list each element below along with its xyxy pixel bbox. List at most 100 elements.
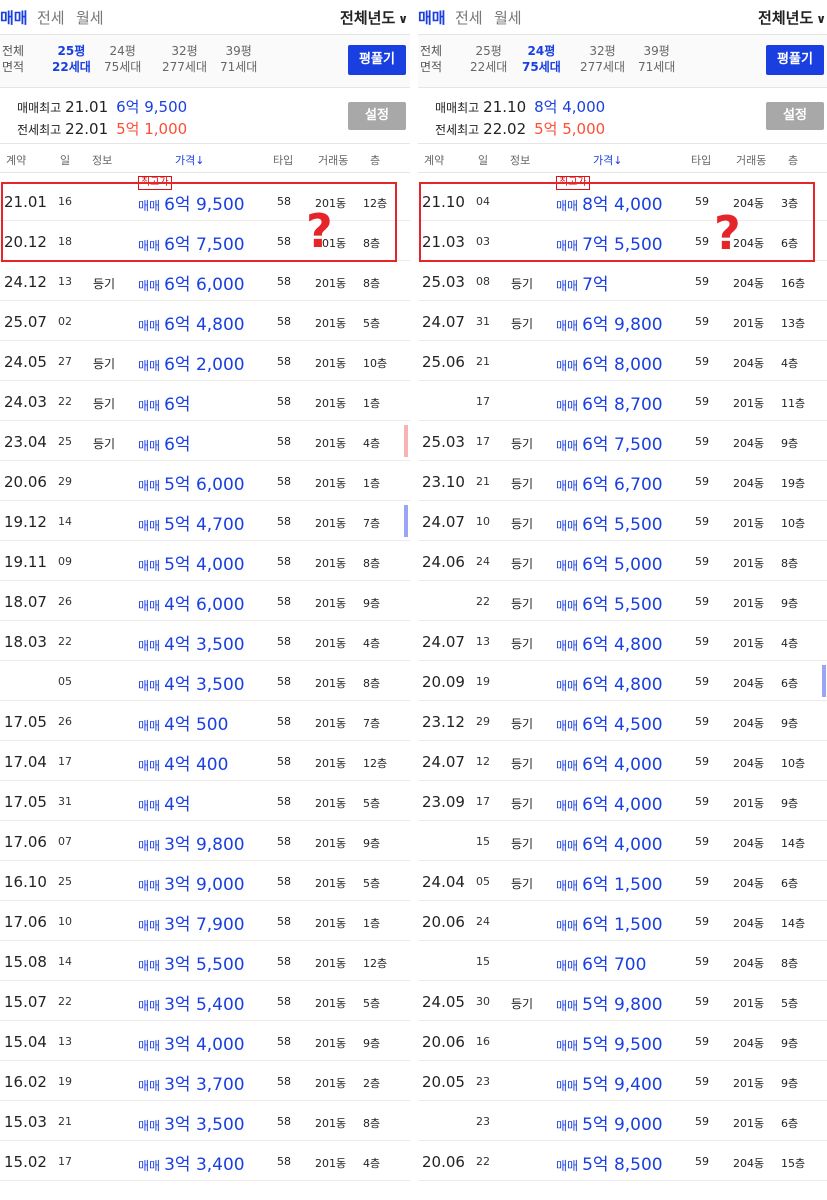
area-option[interactable]: 39평 71세대 bbox=[220, 43, 257, 75]
table-row[interactable]: 24.03 22 등기 매매 6억 58 201동 1층 bbox=[0, 381, 410, 421]
tab-deal-type[interactable]: 월세 bbox=[76, 7, 104, 28]
tab-deal-type[interactable]: 매매 bbox=[418, 7, 446, 28]
table-row[interactable]: 17.05 31 매매 4억 58 201동 5층 bbox=[0, 781, 410, 821]
table-row[interactable]: 25.03 17 등기 매매 6억 7,500 59 204동 9층 bbox=[418, 421, 827, 461]
table-row[interactable]: 20.06 29 매매 5억 6,000 58 201동 1층 bbox=[0, 461, 410, 501]
area-all-option[interactable]: 전체 면적 bbox=[2, 43, 24, 75]
tab-deal-type[interactable]: 매매 bbox=[0, 7, 28, 28]
table-row[interactable]: 24.07 12 등기 매매 6억 4,000 59 204동 10층 bbox=[418, 741, 827, 781]
price-cell: 매매 6억 5,500 bbox=[556, 510, 663, 535]
table-row[interactable]: 20.06 22 매매 5억 8,500 59 204동 15층 bbox=[418, 1141, 827, 1181]
table-row[interactable]: 24.07 31 등기 매매 6억 9,800 59 201동 13층 bbox=[418, 301, 827, 341]
table-row[interactable]: 15.03 21 매매 3억 3,500 58 201동 8층 bbox=[0, 1101, 410, 1141]
area-sub-label: 면적 bbox=[420, 60, 443, 74]
pyeong-toggle-button[interactable]: 평풀기 bbox=[766, 45, 824, 75]
table-row[interactable]: 15 등기 매매 6억 4,000 59 204동 14층 bbox=[418, 821, 827, 861]
building-dong: 201동 bbox=[315, 837, 347, 850]
column-header-info: 정보 bbox=[510, 154, 531, 167]
table-row[interactable]: 23.12 29 등기 매매 6억 4,500 59 204동 9층 bbox=[418, 701, 827, 741]
settings-button[interactable]: 설정 bbox=[766, 102, 824, 130]
table-row[interactable]: 15.07 22 매매 3억 5,400 58 201동 5층 bbox=[0, 981, 410, 1021]
pyeong-toggle-button[interactable]: 평풀기 bbox=[348, 45, 406, 75]
price-cell: 매매 3억 9,800 bbox=[138, 830, 245, 855]
area-option[interactable]: 25평 22세대 bbox=[52, 43, 91, 75]
table-row[interactable]: 16.10 25 매매 3억 9,000 58 201동 5층 bbox=[0, 861, 410, 901]
deal-price: 5억 8,500 bbox=[582, 1155, 663, 1175]
column-header-price[interactable]: 가격↓ bbox=[593, 152, 622, 168]
table-row[interactable]: 22 등기 매매 6억 5,500 59 201동 9층 bbox=[418, 581, 827, 621]
contract-day: 13 bbox=[58, 275, 72, 288]
table-row[interactable]: 24.04 05 등기 매매 6억 1,500 59 204동 6층 bbox=[418, 861, 827, 901]
tab-deal-type[interactable]: 전세 bbox=[37, 7, 65, 28]
table-row[interactable]: 24.12 13 등기 매매 6억 6,000 58 201동 8층 bbox=[0, 261, 410, 301]
area-option[interactable]: 24평 75세대 bbox=[104, 43, 141, 75]
table-row[interactable]: 23.04 25 등기 매매 6억 58 201동 4층 bbox=[0, 421, 410, 461]
table-row[interactable]: 24.07 13 등기 매매 6억 4,800 59 201동 4층 bbox=[418, 621, 827, 661]
area-all-option[interactable]: 전체 면적 bbox=[420, 43, 442, 75]
floor: 6층 bbox=[781, 1117, 799, 1130]
table-row[interactable]: 17 매매 6억 8,700 59 201동 11층 bbox=[418, 381, 827, 421]
area-option[interactable]: 25평 22세대 bbox=[470, 43, 507, 75]
table-row[interactable]: 17.06 10 매매 3억 7,900 58 201동 1층 bbox=[0, 901, 410, 941]
table-row[interactable]: 17.06 07 매매 3억 9,800 58 201동 9층 bbox=[0, 821, 410, 861]
area-option[interactable]: 32평 277세대 bbox=[580, 43, 625, 75]
table-row[interactable]: 24.05 27 등기 매매 6억 2,000 58 201동 10층 bbox=[0, 341, 410, 381]
unit-type: 59 bbox=[695, 915, 709, 928]
floor: 2층 bbox=[363, 1077, 381, 1090]
table-row[interactable]: 24.06 24 등기 매매 6억 5,000 59 201동 8층 bbox=[418, 541, 827, 581]
floor: 5층 bbox=[363, 797, 381, 810]
year-filter-dropdown[interactable]: 전체년도 ∨ bbox=[340, 7, 408, 28]
table-row[interactable]: 25.06 21 매매 6억 8,000 59 204동 4층 bbox=[418, 341, 827, 381]
price-cell: 매매 4억 6,000 bbox=[138, 590, 245, 615]
table-row[interactable]: 17.04 17 매매 4억 400 58 201동 12층 bbox=[0, 741, 410, 781]
floor: 14층 bbox=[781, 917, 806, 930]
table-row[interactable]: 25.03 08 등기 매매 7억 59 204동 16층 bbox=[418, 261, 827, 301]
area-option[interactable]: 24평 75세대 bbox=[522, 43, 561, 75]
question-mark-annotation: ? bbox=[714, 206, 741, 260]
table-row[interactable]: 16.02 19 매매 3억 3,700 58 201동 2층 bbox=[0, 1061, 410, 1101]
area-option[interactable]: 32평 277세대 bbox=[162, 43, 207, 75]
highlight-box bbox=[419, 182, 815, 262]
table-row[interactable]: 18.03 22 매매 4억 3,500 58 201동 4층 bbox=[0, 621, 410, 661]
price-cell: 매매 3억 5,400 bbox=[138, 990, 245, 1015]
column-header-price[interactable]: 가격↓ bbox=[175, 152, 204, 168]
table-row[interactable]: 23.10 21 등기 매매 6억 6,700 59 204동 19층 bbox=[418, 461, 827, 501]
table-row[interactable]: 05 매매 4억 3,500 58 201동 8층 bbox=[0, 661, 410, 701]
table-row[interactable]: 20.06 24 매매 6억 1,500 59 204동 14층 bbox=[418, 901, 827, 941]
year-filter-dropdown[interactable]: 전체년도 ∨ bbox=[758, 7, 826, 28]
area-option[interactable]: 39평 71세대 bbox=[638, 43, 675, 75]
table-row[interactable]: 23.09 17 등기 매매 6억 4,000 59 201동 9층 bbox=[418, 781, 827, 821]
table-row[interactable]: 24.07 10 등기 매매 6억 5,500 59 201동 10층 bbox=[418, 501, 827, 541]
table-row[interactable]: 20.09 19 매매 6억 4,800 59 204동 6층 bbox=[418, 661, 827, 701]
contract-month: 16.10 bbox=[4, 873, 47, 891]
price-cell: 매매 6억 700 bbox=[556, 950, 646, 975]
contract-month: 19.11 bbox=[4, 553, 47, 571]
registration-tag: 등기 bbox=[511, 797, 534, 811]
settings-button[interactable]: 설정 bbox=[348, 102, 406, 130]
tab-deal-type[interactable]: 월세 bbox=[494, 7, 522, 28]
deal-kind: 매매 bbox=[556, 599, 579, 613]
table-row[interactable]: 19.11 09 매매 5억 4,000 58 201동 8층 bbox=[0, 541, 410, 581]
table-row[interactable]: 20.05 23 매매 5억 9,400 59 201동 9층 bbox=[418, 1061, 827, 1101]
table-row[interactable]: 23 매매 5억 9,000 59 201동 6층 bbox=[418, 1101, 827, 1141]
table-row[interactable]: 15 매매 6억 700 59 204동 8층 bbox=[418, 941, 827, 981]
column-header-dong: 거래동 bbox=[318, 154, 349, 167]
tab-deal-type[interactable]: 전세 bbox=[455, 7, 483, 28]
table-row[interactable]: 25.07 02 매매 6억 4,800 58 201동 5층 bbox=[0, 301, 410, 341]
table-row[interactable]: 15.02 17 매매 3억 3,400 58 201동 4층 bbox=[0, 1141, 410, 1181]
price-cell: 매매 5억 9,500 bbox=[556, 1030, 663, 1055]
table-row[interactable]: 17.05 26 매매 4억 500 58 201동 7층 bbox=[0, 701, 410, 741]
table-row[interactable]: 24.05 30 등기 매매 5억 9,800 59 201동 5층 bbox=[418, 981, 827, 1021]
table-row[interactable]: 19.12 14 매매 5억 4,700 58 201동 7층 bbox=[0, 501, 410, 541]
price-cell: 매매 6억 4,000 bbox=[556, 830, 663, 855]
floor: 8층 bbox=[363, 1117, 381, 1130]
table-row[interactable]: 15.08 14 매매 3억 5,500 58 201동 12층 bbox=[0, 941, 410, 981]
table-row[interactable]: 20.06 16 매매 5억 9,500 59 204동 9층 bbox=[418, 1021, 827, 1061]
deal-kind: 매매 bbox=[556, 359, 579, 373]
floor: 1층 bbox=[363, 917, 381, 930]
unit-type: 58 bbox=[277, 915, 291, 928]
table-row[interactable]: 15.04 13 매매 3억 4,000 58 201동 9층 bbox=[0, 1021, 410, 1061]
deal-price: 5억 4,000 bbox=[164, 555, 245, 575]
unit-type: 58 bbox=[277, 355, 291, 368]
table-row[interactable]: 18.07 26 매매 4억 6,000 58 201동 9층 bbox=[0, 581, 410, 621]
